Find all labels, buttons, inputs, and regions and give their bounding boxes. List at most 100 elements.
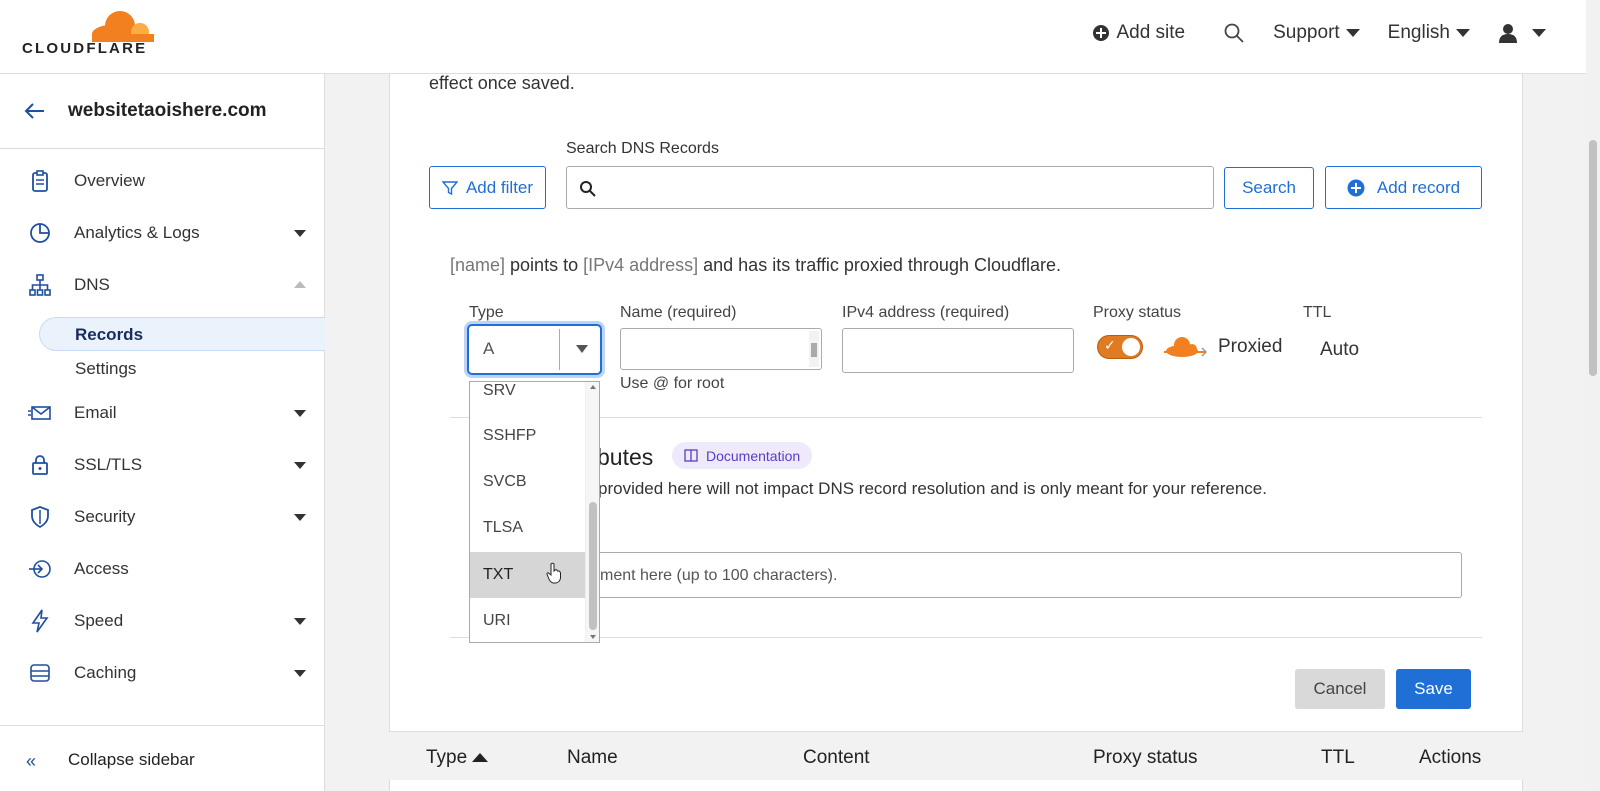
chevron-down-icon: [1456, 29, 1470, 37]
name-input-scrollbar[interactable]: [809, 331, 819, 367]
sidebar-item-email[interactable]: Email: [0, 391, 324, 435]
add-site-button[interactable]: Add site: [1092, 22, 1185, 44]
name-hint: Use @ for root: [620, 375, 725, 392]
toggle-knob: [1122, 338, 1140, 356]
chevron-down-icon: [576, 345, 588, 353]
ttl-label: TTL: [1303, 304, 1332, 321]
cancel-button[interactable]: Cancel: [1295, 669, 1385, 709]
network-icon: [29, 274, 51, 296]
plus-circle-icon: [1347, 179, 1365, 196]
type-option-highlighted[interactable]: TXT: [470, 552, 586, 598]
type-option[interactable]: TLSA: [470, 505, 586, 551]
chevron-down-icon: [294, 514, 306, 521]
language-label: English: [1387, 22, 1450, 43]
add-filter-label: Add filter: [465, 177, 534, 197]
add-site-label: Add site: [1116, 22, 1186, 43]
column-label: Type: [426, 747, 468, 768]
column-header-proxy-status[interactable]: Proxy status: [1093, 747, 1198, 769]
top-bar: CLOUDFLARE Add site Support English: [0, 0, 1586, 74]
type-option[interactable]: SRV: [470, 382, 586, 414]
sidebar-item-speed[interactable]: Speed: [0, 599, 324, 643]
info-name-token: [name]: [450, 255, 506, 275]
proxy-status-label: Proxy status: [1093, 304, 1182, 321]
scroll-thumb[interactable]: [811, 343, 817, 357]
search-icon: [580, 181, 596, 197]
type-options-list[interactable]: SRV SSHFP SVCB TLSA TXT URI: [469, 381, 600, 643]
pie-chart-icon: [30, 223, 50, 243]
language-menu[interactable]: English: [1388, 22, 1470, 44]
sidebar-item-label: Security: [74, 507, 136, 526]
chevron-down-icon: [294, 230, 306, 237]
scroll-thumb[interactable]: [1589, 140, 1597, 376]
sidebar-subitem-records[interactable]: Records: [75, 325, 143, 345]
section-divider: [450, 637, 1482, 638]
sidebar-item-dns[interactable]: DNS: [0, 263, 324, 307]
search-button[interactable]: [1223, 22, 1245, 44]
search-dns-label: Search DNS Records: [566, 140, 719, 157]
column-header-type[interactable]: Type: [426, 747, 489, 769]
ttl-value: Auto: [1320, 339, 1360, 360]
support-menu[interactable]: Support: [1273, 22, 1360, 44]
back-arrow-icon[interactable]: [24, 100, 46, 122]
page-scrollbar[interactable]: [1586, 0, 1600, 791]
filter-icon: [441, 180, 458, 195]
type-options-scrollbar[interactable]: [585, 382, 599, 642]
user-icon: [1499, 24, 1517, 43]
add-filter-button[interactable]: Add filter: [429, 166, 546, 209]
add-record-button[interactable]: Add record: [1325, 166, 1482, 209]
search-button[interactable]: Search: [1224, 167, 1314, 209]
sort-ascending-icon: [472, 753, 489, 763]
info-ipv4-token: [IPv4 address]: [583, 255, 699, 275]
column-header-content[interactable]: Content: [803, 747, 870, 769]
sidebar-subitem-settings[interactable]: Settings: [75, 359, 136, 379]
book-icon: [684, 449, 698, 462]
search-dns-input[interactable]: [566, 166, 1214, 209]
sidebar-item-ssl-tls[interactable]: SSL/TLS: [0, 443, 324, 487]
sidebar-item-overview[interactable]: Overview: [0, 159, 324, 203]
type-select-value: A: [483, 339, 495, 358]
user-menu[interactable]: [1498, 23, 1546, 43]
chevron-up-icon: [294, 281, 306, 288]
sidebar-item-analytics[interactable]: Analytics & Logs: [0, 211, 324, 255]
collapse-sidebar-label: Collapse sidebar: [68, 750, 195, 769]
name-input[interactable]: [620, 328, 822, 370]
top-nav: Add site Support English: [1092, 22, 1546, 44]
chevron-down-icon: [294, 618, 306, 625]
scroll-up-icon[interactable]: [590, 385, 596, 389]
ipv4-input[interactable]: [842, 328, 1074, 373]
collapse-sidebar-button[interactable]: « Collapse sidebar: [0, 725, 324, 791]
chevron-down-icon: [294, 410, 306, 417]
scroll-down-icon[interactable]: [590, 635, 596, 639]
proxy-toggle[interactable]: ✓: [1097, 335, 1143, 359]
save-button[interactable]: Save: [1396, 669, 1471, 709]
support-label: Support: [1273, 22, 1340, 43]
sidebar-item-label: Email: [74, 403, 117, 422]
name-label: Name (required): [620, 304, 737, 321]
column-header-name[interactable]: Name: [567, 747, 618, 769]
sidebar-item-caching[interactable]: Caching: [0, 651, 324, 695]
sidebar-item-label: SSL/TLS: [74, 455, 143, 474]
record-info-line: [name] points to [IPv4 address] and has …: [450, 255, 1061, 276]
type-option[interactable]: SVCB: [470, 459, 586, 505]
scroll-thumb[interactable]: [589, 502, 597, 630]
lightning-icon: [31, 609, 49, 633]
sidebar-item-security[interactable]: Security: [0, 495, 324, 539]
ipv4-label: IPv4 address (required): [842, 304, 1010, 321]
sidebar-item-label: Overview: [74, 171, 145, 190]
column-header-ttl[interactable]: TTL: [1321, 747, 1355, 769]
type-option[interactable]: SSHFP: [470, 413, 586, 459]
documentation-link[interactable]: Documentation: [672, 442, 813, 469]
hand-cursor-icon: [546, 562, 561, 584]
sidebar-item-label: Caching: [74, 663, 137, 682]
comment-input[interactable]: ment here (up to 100 characters).: [595, 552, 1462, 598]
check-icon: ✓: [1104, 337, 1116, 353]
cloudflare-logo[interactable]: CLOUDFLARE: [22, 10, 157, 60]
plus-circle-icon: [1093, 25, 1110, 41]
sidebar-item-label: Access: [74, 559, 129, 578]
sidebar-item-access[interactable]: Access: [0, 547, 324, 591]
type-select[interactable]: A: [467, 324, 602, 375]
site-header: websitetaoishere.com: [0, 74, 324, 149]
double-chevron-left-icon: «: [26, 751, 37, 771]
site-name: websitetaoishere.com: [68, 100, 267, 121]
type-option[interactable]: URI: [470, 598, 586, 642]
